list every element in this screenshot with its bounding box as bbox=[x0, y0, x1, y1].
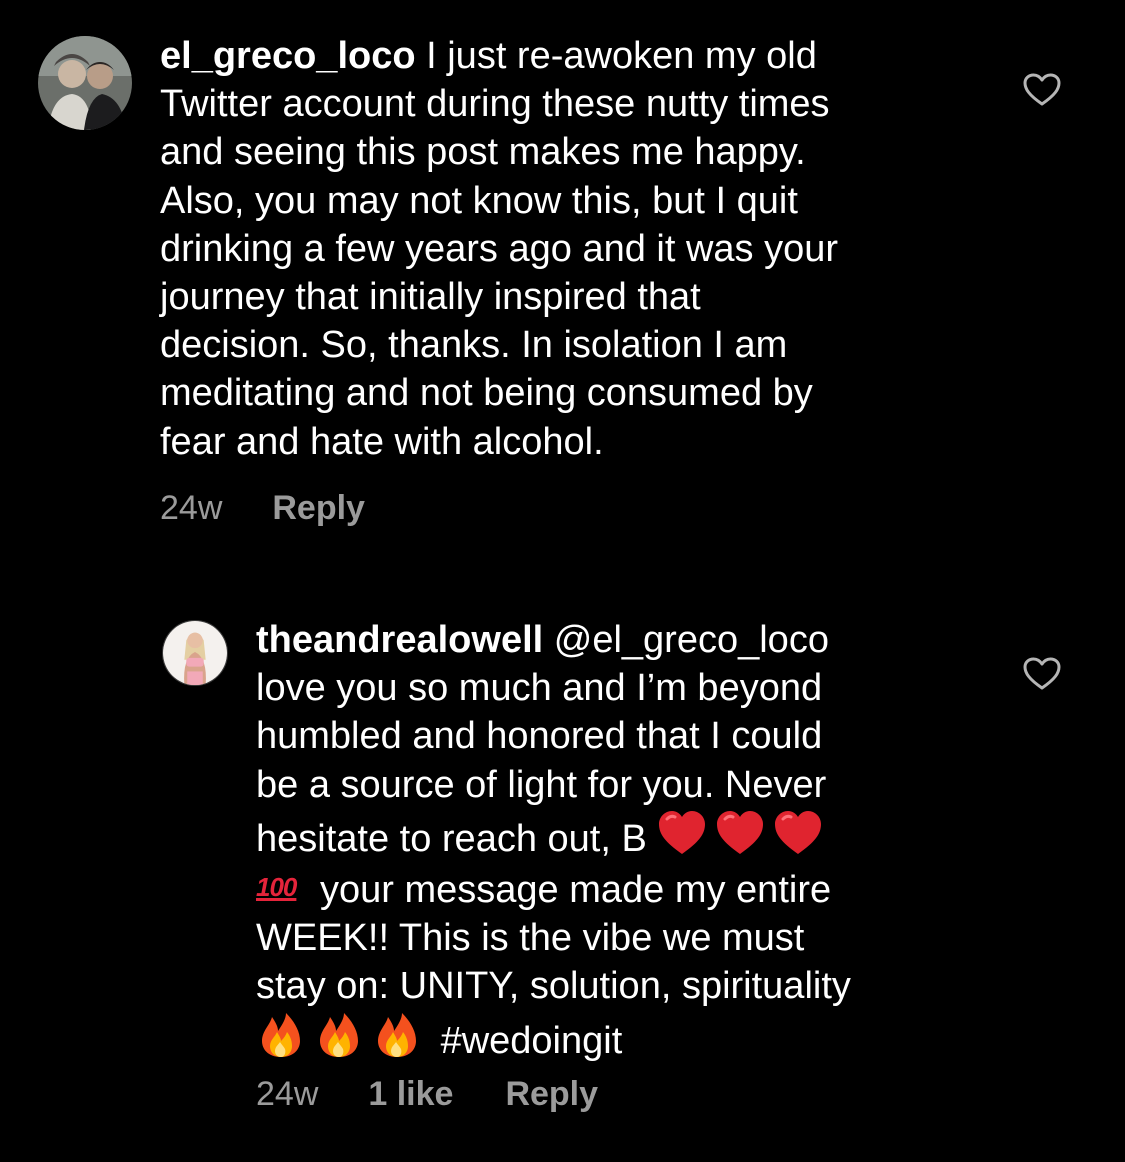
comment-meta: 24w Reply bbox=[160, 489, 365, 528]
fire-icon bbox=[314, 1011, 364, 1059]
mention-link[interactable]: @el_greco_loco bbox=[554, 619, 829, 661]
hundred-points-icon: 100 bbox=[256, 872, 297, 903]
like-heart-icon[interactable] bbox=[1023, 73, 1061, 107]
fire-icon bbox=[256, 1011, 306, 1059]
comment-age: 24w bbox=[160, 489, 223, 527]
red-heart-icon bbox=[773, 809, 823, 857]
like-heart-icon[interactable] bbox=[1023, 657, 1061, 691]
comment-body: el_greco_loco I just re-awoken my old Tw… bbox=[160, 32, 980, 466]
hashtag-link[interactable]: #wedoingit bbox=[441, 1020, 623, 1062]
fire-icon bbox=[372, 1011, 422, 1059]
reply-button[interactable]: Reply bbox=[272, 489, 365, 528]
reply-button[interactable]: Reply bbox=[505, 1075, 598, 1114]
avatar[interactable] bbox=[38, 36, 132, 130]
likes-count[interactable]: 1 like bbox=[368, 1075, 453, 1114]
avatar[interactable] bbox=[162, 620, 228, 686]
comment-meta: 24w 1 like Reply bbox=[256, 1075, 598, 1114]
comment-body: theandrealowell @el_greco_loco love you … bbox=[256, 616, 996, 1065]
comment-age: 24w bbox=[256, 1075, 319, 1113]
comment-text: I just re-awoken my old Twitter account … bbox=[160, 35, 839, 463]
avatar-photo bbox=[38, 36, 132, 130]
comment-username[interactable]: theandrealowell bbox=[256, 619, 543, 661]
comment-username[interactable]: el_greco_loco bbox=[160, 35, 416, 77]
avatar-photo bbox=[163, 621, 227, 685]
comment-text-continued: your message made my entire WEEK!! This … bbox=[256, 869, 851, 1008]
red-heart-icon bbox=[657, 809, 707, 857]
red-heart-icon bbox=[715, 809, 765, 857]
